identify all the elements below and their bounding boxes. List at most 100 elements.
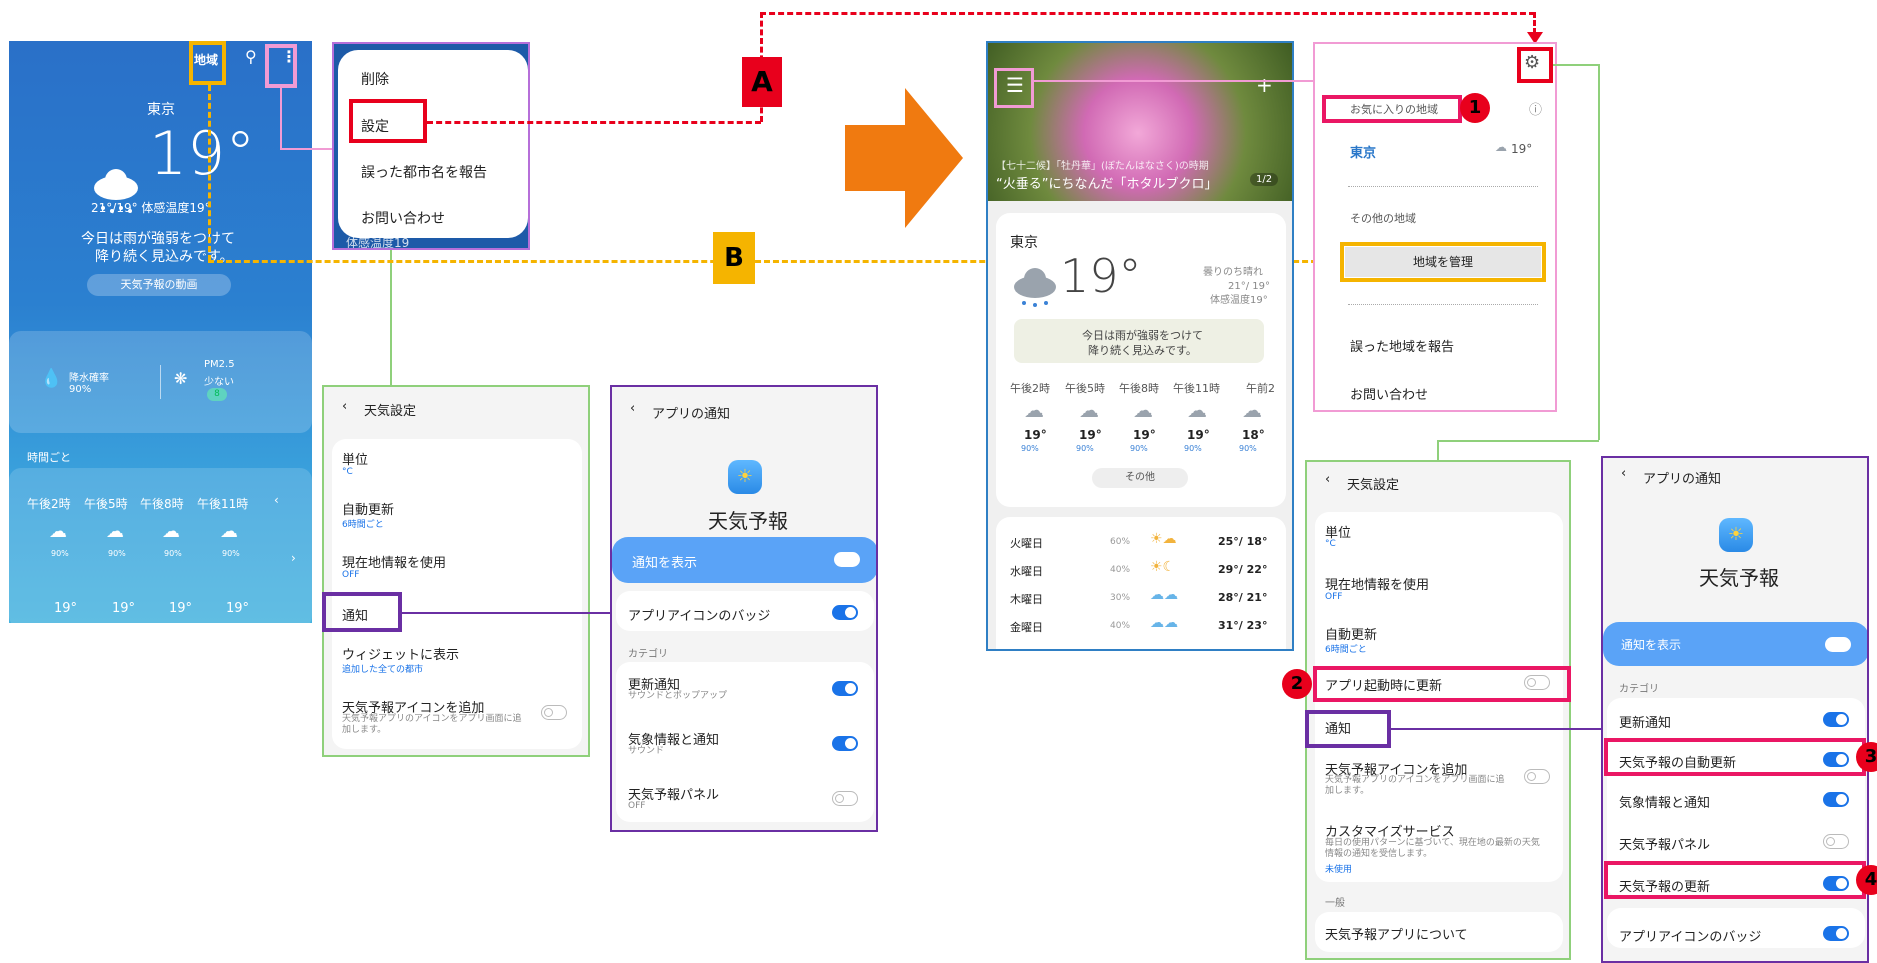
customize-desc: 毎日の使用パターンに基づいて、現在地の最新の天気: [1325, 838, 1540, 848]
fav-city-temp: 19°: [1511, 142, 1533, 156]
about-app[interactable]: 天気予報アプリについて: [1325, 924, 1468, 943]
show-notification-toggle[interactable]: [1825, 637, 1851, 652]
badge-toggle[interactable]: [1823, 926, 1849, 941]
purple-connector: [1391, 728, 1601, 730]
auto-update-setting[interactable]: 自動更新: [342, 499, 394, 518]
general-label: 一般: [1325, 898, 1345, 909]
day-rain: 60%: [1110, 537, 1131, 547]
top-title-left-fragment: ━━━━━━━━━━━━━━━━━━━━━━━━: [300, 0, 700, 6]
add-icon[interactable]: +: [1256, 73, 1273, 97]
add-icon-desc: 天気予報アプリのアイコンをアプリ画面に追加します。: [342, 714, 522, 735]
update-notify-label: 更新通知: [1619, 716, 1672, 731]
hour-rain: 90%: [222, 549, 240, 558]
other-button[interactable]: その他: [1092, 468, 1188, 488]
location-setting[interactable]: 現在地情報を使用: [1325, 574, 1429, 593]
settings-title: 天気設定: [1347, 478, 1400, 493]
label-b: B: [713, 232, 755, 284]
weather-info-toggle[interactable]: [832, 736, 858, 751]
auto-update-value: 6時間ごと: [342, 520, 384, 530]
contact-us[interactable]: お問い合わせ: [1350, 384, 1428, 403]
report-region[interactable]: 誤った地域を報告: [1350, 336, 1454, 355]
notify-highlight-box: [322, 592, 402, 632]
launch-highlight-box: [1313, 666, 1571, 702]
unit-setting[interactable]: 単位: [342, 449, 368, 468]
location-setting[interactable]: 現在地情報を使用: [342, 552, 446, 571]
cloud-icon: ☁: [220, 521, 238, 542]
update-notify-toggle[interactable]: [832, 681, 858, 696]
new-hour-temp: 19°: [1187, 428, 1210, 442]
weather-video-button[interactable]: 天気予報の動画: [87, 274, 231, 296]
current-temperature: 19°: [149, 119, 256, 189]
rain-cloud-icon: [1014, 268, 1056, 307]
hour-label: 午後11時: [197, 497, 249, 511]
hourly-title: 時間ごと: [27, 451, 71, 464]
green-connector: [390, 250, 392, 385]
widget-setting[interactable]: ウィジェットに表示: [342, 644, 459, 663]
back-icon[interactable]: ‹: [1325, 472, 1330, 487]
new-hour-temp: 18°: [1242, 428, 1265, 442]
new-current-temp: 19°: [1060, 249, 1142, 303]
day-temp: 28°/ 21°: [1218, 591, 1268, 604]
back-icon[interactable]: ‹: [1621, 466, 1626, 481]
menu-item-report-city[interactable]: 誤った都市名を報告: [361, 162, 487, 182]
search-icon[interactable]: ⚲: [245, 47, 257, 66]
hilo-text: 21°/ 19°: [1228, 281, 1270, 292]
add-icon-toggle[interactable]: [541, 705, 567, 720]
customize-desc: 情報の通知を受信します。: [1325, 849, 1433, 859]
badge-label: アプリアイコンのバッジ: [1619, 930, 1762, 945]
dotted-divider: [1348, 304, 1538, 305]
droplet-icon: 💧: [40, 368, 63, 389]
new-hour-label: 午後5時: [1065, 382, 1105, 395]
city-name: 東京: [147, 102, 175, 118]
new-hour-label: 午後11時: [1173, 382, 1220, 395]
step-badge-2: 2: [1282, 669, 1312, 699]
hour-rain: 90%: [51, 549, 69, 558]
fav-highlight-box: [1322, 95, 1462, 123]
badge-label: アプリアイコンのバッジ: [628, 609, 771, 624]
new-hour-label: 午前2: [1246, 382, 1275, 395]
old-app-main-screen: 地域 ⚲ ⋮ 東京 19° 21°/19° 体感温度19° 今日は雨が強弱をつけ…: [9, 41, 312, 623]
weather-panel-toggle[interactable]: [1823, 834, 1849, 849]
menu-item-delete[interactable]: 削除: [361, 69, 389, 89]
green-connector: [1437, 440, 1599, 442]
cloud-icon: ☁: [1495, 140, 1507, 154]
day-temp: 25°/ 18°: [1218, 535, 1268, 548]
menu-item-contact[interactable]: お問い合わせ: [361, 208, 445, 228]
yellow-dashed-connector: [208, 85, 211, 261]
forecast-description-2: 降り続く見込みです。: [95, 249, 234, 265]
cloud-icon: ☁: [1242, 398, 1262, 422]
update-notify-toggle[interactable]: [1823, 712, 1849, 727]
weather-info-toggle[interactable]: [1823, 792, 1849, 807]
news-page-indicator: 1/2: [1250, 173, 1279, 186]
day-temp: 31°/ 23°: [1218, 619, 1268, 632]
hour-temp: 19°: [112, 601, 136, 616]
weather-panel-toggle[interactable]: [832, 791, 858, 806]
hour-next-arrow[interactable]: ›: [291, 551, 296, 565]
new-hour-rain: 90%: [1130, 444, 1148, 453]
add-icon-toggle[interactable]: [1524, 769, 1550, 784]
auto-update-value: 6時間ごと: [1325, 645, 1367, 655]
fav-city[interactable]: 東京: [1350, 142, 1376, 161]
cloud-icon: ☁: [162, 521, 180, 542]
badge-toggle[interactable]: [832, 605, 858, 620]
update-notify-sub: サウンドとポップアップ: [628, 691, 728, 701]
day-label: 木曜日: [1010, 593, 1043, 606]
hour-rain: 90%: [164, 549, 182, 558]
back-icon[interactable]: ‹: [342, 399, 347, 414]
purple-connector: [402, 612, 610, 614]
info-icon[interactable]: ⓘ: [1529, 99, 1542, 118]
behind-feels-text: 体感温度19: [346, 236, 410, 250]
red-dashed-connector: [1533, 12, 1536, 34]
auto-update-setting[interactable]: 自動更新: [1325, 624, 1377, 643]
show-notification-toggle[interactable]: [834, 552, 860, 567]
back-icon[interactable]: ‹: [630, 401, 635, 416]
customize-value: 未使用: [1325, 865, 1353, 875]
step-badge-1: 1: [1460, 93, 1490, 123]
red-dashed-connector: [427, 121, 761, 124]
green-connector: [1553, 64, 1599, 66]
day-rain: 40%: [1110, 565, 1131, 575]
condition-text: 曇りのち晴れ: [1203, 267, 1263, 278]
pm-value: 少ない: [204, 377, 234, 388]
rain-probability-label: 降水確率: [69, 373, 109, 384]
weather-panel-sub: OFF: [628, 801, 646, 811]
